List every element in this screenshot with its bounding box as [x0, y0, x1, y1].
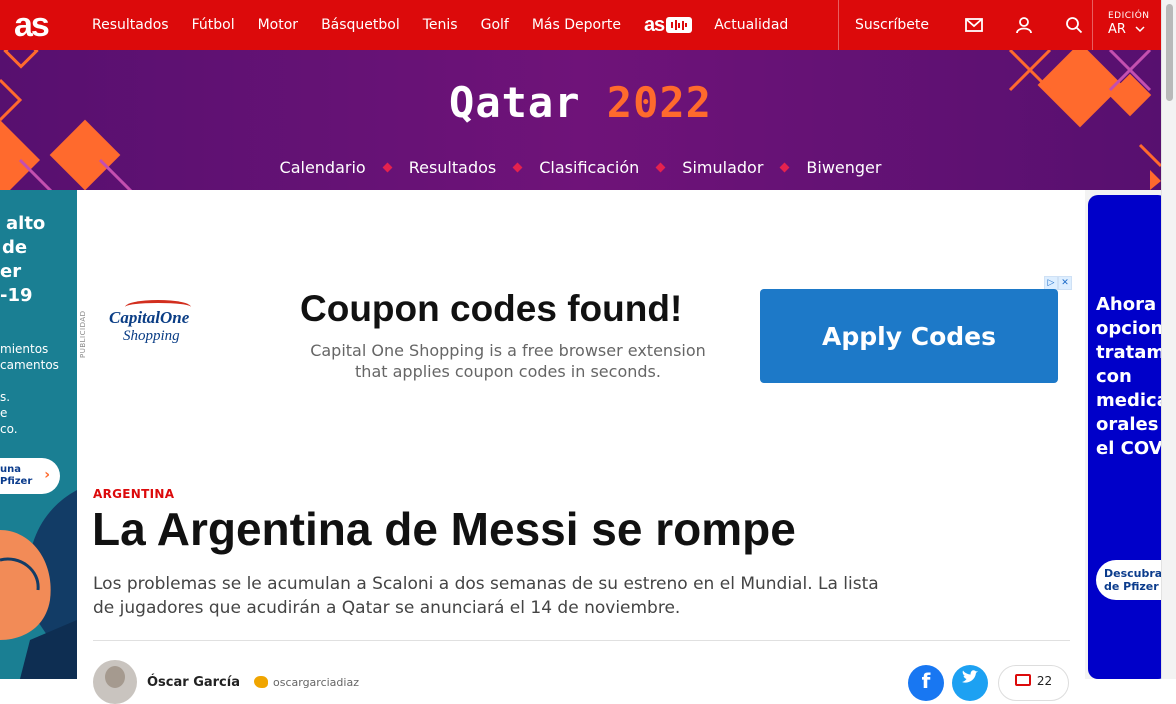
facebook-share-button[interactable]: f — [908, 665, 944, 701]
coupon-ad[interactable]: ▷ ✕ CapitalOne Shopping Coupon codes fou… — [93, 276, 1072, 390]
advertising-label: PUBLICIDAD — [79, 310, 87, 358]
banner-nav: Calendario Resultados Clasificación Simu… — [0, 158, 1161, 177]
coupon-ad-subtext: Capital One Shopping is a free browser e… — [310, 341, 706, 381]
avatar[interactable] — [93, 660, 137, 704]
illustration-person — [0, 490, 77, 679]
banner-title[interactable]: Qatar 2022 — [0, 78, 1161, 127]
chevron-down-icon — [1135, 26, 1145, 33]
banner-nav-clasificacion[interactable]: Clasificación — [539, 158, 639, 177]
facebook-icon: f — [921, 669, 931, 693]
right-pfizer-ad[interactable]: Ahora opcione tratami con medica orales … — [1085, 190, 1168, 679]
nav-item-mas-deporte[interactable]: Más Deporte — [532, 17, 621, 33]
banner-nav-biwenger[interactable]: Biwenger — [806, 158, 881, 177]
banner-nav-calendario[interactable]: Calendario — [280, 158, 366, 177]
article-section[interactable]: ARGENTINA — [93, 487, 174, 501]
left-ad-body: mientos camentos — [0, 342, 59, 372]
subscribe-link[interactable]: Suscríbete — [839, 17, 949, 33]
diamond-separator-icon — [655, 162, 666, 173]
comment-icon — [1014, 674, 1031, 686]
top-navigation-bar: as Resultados Fútbol Motor Básquetbol Te… — [0, 0, 1161, 50]
article-main: PUBLICIDAD ▷ ✕ CapitalOne Shopping Coupo… — [77, 190, 1085, 704]
author-name[interactable]: Óscar García — [147, 675, 240, 690]
left-ad-button[interactable]: una Pfizer › — [0, 458, 60, 494]
apply-codes-button[interactable]: Apply Codes — [760, 289, 1058, 383]
nav-item-futbol[interactable]: Fútbol — [192, 17, 235, 33]
as-audio-logo: as — [643, 13, 665, 36]
audio-wave-icon — [666, 17, 693, 33]
nav-item-actualidad[interactable]: Actualidad — [714, 17, 788, 33]
user-actions: Suscríbete — [838, 0, 1099, 50]
diamond-separator-icon — [512, 162, 523, 173]
adchoices-triangle-icon: ▷ — [1044, 276, 1058, 290]
right-ad-headline: Ahora opcione tratami con medica orales … — [1096, 294, 1168, 459]
coupon-ad-headline: Coupon codes found! — [300, 288, 683, 329]
banner-title-year: 2022 — [606, 78, 712, 127]
left-pfizer-ad[interactable]: alto de er -19 mientos camentos s. e co.… — [0, 190, 77, 679]
author-twitter[interactable]: oscargarciadiaz — [254, 676, 359, 689]
comments-count: 22 — [1036, 674, 1053, 688]
main-nav: Resultados Fútbol Motor Básquetbol Tenis… — [92, 0, 811, 50]
diamond-separator-icon — [779, 162, 790, 173]
right-ad-panel: Ahora opcione tratami con medica orales … — [1088, 195, 1168, 679]
nav-item-golf[interactable]: Golf — [481, 17, 509, 33]
nav-item-motor[interactable]: Motor — [258, 17, 298, 33]
edition-label: EDICIÓN — [1108, 11, 1150, 21]
article-headline: La Argentina de Messi se rompe — [92, 503, 796, 555]
qatar-2022-banner: Qatar 2022 Calendario Resultados Clasifi… — [0, 50, 1161, 190]
left-ad-body-2: s. e co. — [0, 390, 18, 436]
as-logo[interactable]: as — [0, 0, 92, 50]
capital-one-shopping-logo: CapitalOne Shopping — [109, 308, 190, 344]
scrollbar-thumb[interactable] — [1166, 4, 1173, 101]
right-ad-button[interactable]: Descubra de Pfizer — [1096, 560, 1168, 600]
article-subtitle: Los problemas se le acumulan a Scaloni a… — [93, 574, 879, 618]
banner-nav-resultados[interactable]: Resultados — [409, 158, 497, 177]
twitter-share-button[interactable] — [952, 665, 988, 701]
user-icon[interactable] — [999, 0, 1049, 50]
author-byline: Óscar García oscargarciadiaz — [93, 660, 359, 704]
nav-item-tenis[interactable]: Tenis — [423, 17, 458, 33]
comments-button[interactable]: 22 — [998, 665, 1069, 701]
page-scrollbar[interactable] — [1161, 0, 1176, 679]
banner-title-word: Qatar — [449, 78, 581, 127]
left-ad-headline: alto de er -19 — [0, 213, 46, 306]
diamond-separator-icon — [382, 162, 393, 173]
nav-item-basquetbol[interactable]: Básquetbol — [321, 17, 400, 33]
banner-nav-simulador[interactable]: Simulador — [682, 158, 763, 177]
edition-selector[interactable]: EDICIÓN AR — [1092, 0, 1161, 50]
twitter-icon — [962, 670, 978, 683]
as-audio-link[interactable]: as — [643, 13, 693, 37]
edition-value: AR — [1108, 22, 1161, 37]
nav-item-resultados[interactable]: Resultados — [92, 17, 169, 33]
adchoices-icon[interactable]: ▷ ✕ — [1044, 276, 1072, 290]
close-icon[interactable]: ✕ — [1058, 276, 1072, 290]
divider — [93, 640, 1070, 641]
chevron-right-icon: › — [44, 467, 50, 483]
twitter-bird-icon — [254, 676, 268, 688]
newsletter-icon[interactable] — [949, 0, 999, 50]
